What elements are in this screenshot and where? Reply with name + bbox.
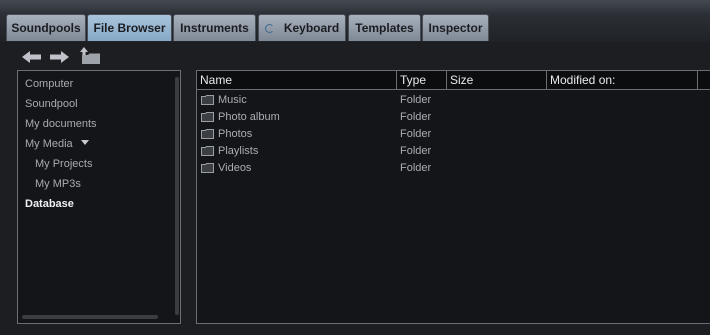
- tree-item-my-documents[interactable]: My documents: [25, 115, 97, 133]
- folder-icon: [201, 163, 214, 173]
- file-name: Videos: [218, 162, 252, 174]
- column-header-label: Type: [400, 73, 427, 87]
- table-row[interactable]: Photos Folder: [197, 126, 710, 143]
- table-header: Name Type Size Modified on:: [197, 71, 710, 90]
- column-header-label: Size: [450, 73, 474, 87]
- tree-item-soundpool[interactable]: Soundpool: [25, 95, 78, 113]
- tab-bar: Soundpools File Browser Instruments Keyb…: [0, 14, 710, 42]
- column-header-label: Modified on:: [550, 73, 616, 87]
- column-header-name[interactable]: Name: [197, 71, 397, 89]
- table-row[interactable]: Playlists Folder: [197, 143, 710, 160]
- chevron-down-icon[interactable]: [80, 140, 89, 145]
- tree-item-label: My MP3s: [35, 178, 81, 190]
- tree-item-label: Soundpool: [25, 98, 78, 110]
- tab-templates[interactable]: Templates: [348, 14, 421, 41]
- loading-spinner-icon: [264, 24, 274, 33]
- column-header-type[interactable]: Type: [397, 71, 447, 89]
- file-list: Name Type Size Modified on: Music Folder…: [196, 70, 710, 324]
- folder-icon: [201, 95, 214, 105]
- tree-item-my-projects[interactable]: My Projects: [35, 155, 92, 173]
- table-row[interactable]: Music Folder: [197, 92, 710, 109]
- tab-label: Templates: [355, 21, 414, 35]
- tree-item-label: Computer: [25, 78, 74, 90]
- folder-icon: [201, 112, 214, 122]
- location-tree: Computer Soundpool My documents My Media…: [17, 70, 181, 324]
- tree-item-label: My Media: [25, 138, 73, 150]
- tab-label: Soundpools: [11, 21, 81, 35]
- tree-item-my-mp3s[interactable]: My MP3s: [35, 175, 81, 193]
- tab-label: Keyboard: [283, 21, 340, 35]
- tree-item-database[interactable]: Database: [25, 195, 74, 213]
- vertical-scrollbar[interactable]: [175, 77, 179, 315]
- file-type: Folder: [400, 162, 432, 174]
- tree-item-label: My Projects: [35, 158, 93, 170]
- tree-item-my-media[interactable]: My Media: [25, 135, 89, 153]
- file-type: Folder: [400, 145, 432, 157]
- file-type: Folder: [400, 94, 432, 106]
- table-row[interactable]: Photo album Folder: [197, 109, 710, 126]
- tab-label: Inspector: [428, 21, 483, 35]
- folder-icon: [201, 146, 214, 156]
- column-header-size[interactable]: Size: [447, 71, 547, 89]
- tab-keyboard[interactable]: Keyboard: [258, 14, 346, 41]
- tab-soundpools[interactable]: Soundpools: [6, 14, 86, 41]
- file-type: Folder: [400, 111, 432, 123]
- folder-up-icon[interactable]: [79, 46, 101, 65]
- file-name: Photo album: [218, 111, 280, 123]
- arrow-left-icon[interactable]: [21, 49, 43, 65]
- file-type: Folder: [400, 128, 432, 140]
- file-name: Music: [218, 94, 247, 106]
- title-strip: [0, 0, 710, 15]
- tree-item-computer[interactable]: Computer: [25, 75, 73, 93]
- file-name: Photos: [218, 128, 253, 140]
- tree-item-label: My documents: [25, 118, 97, 130]
- tab-instruments[interactable]: Instruments: [173, 14, 256, 41]
- table-row[interactable]: Videos Folder: [197, 160, 710, 177]
- tab-label: Instruments: [180, 21, 249, 35]
- arrow-right-icon[interactable]: [48, 49, 70, 65]
- tab-file-browser[interactable]: File Browser: [87, 14, 172, 41]
- file-browser-panel: Computer Soundpool My documents My Media…: [0, 42, 710, 335]
- column-header-label: Name: [200, 73, 233, 87]
- folder-icon: [201, 129, 214, 139]
- horizontal-scrollbar[interactable]: [22, 315, 158, 319]
- file-name: Playlists: [218, 145, 259, 157]
- tab-inspector[interactable]: Inspector: [422, 14, 489, 41]
- column-header-modified[interactable]: Modified on:: [547, 71, 698, 89]
- tree-item-label: Database: [25, 198, 74, 210]
- tab-label: File Browser: [93, 21, 166, 35]
